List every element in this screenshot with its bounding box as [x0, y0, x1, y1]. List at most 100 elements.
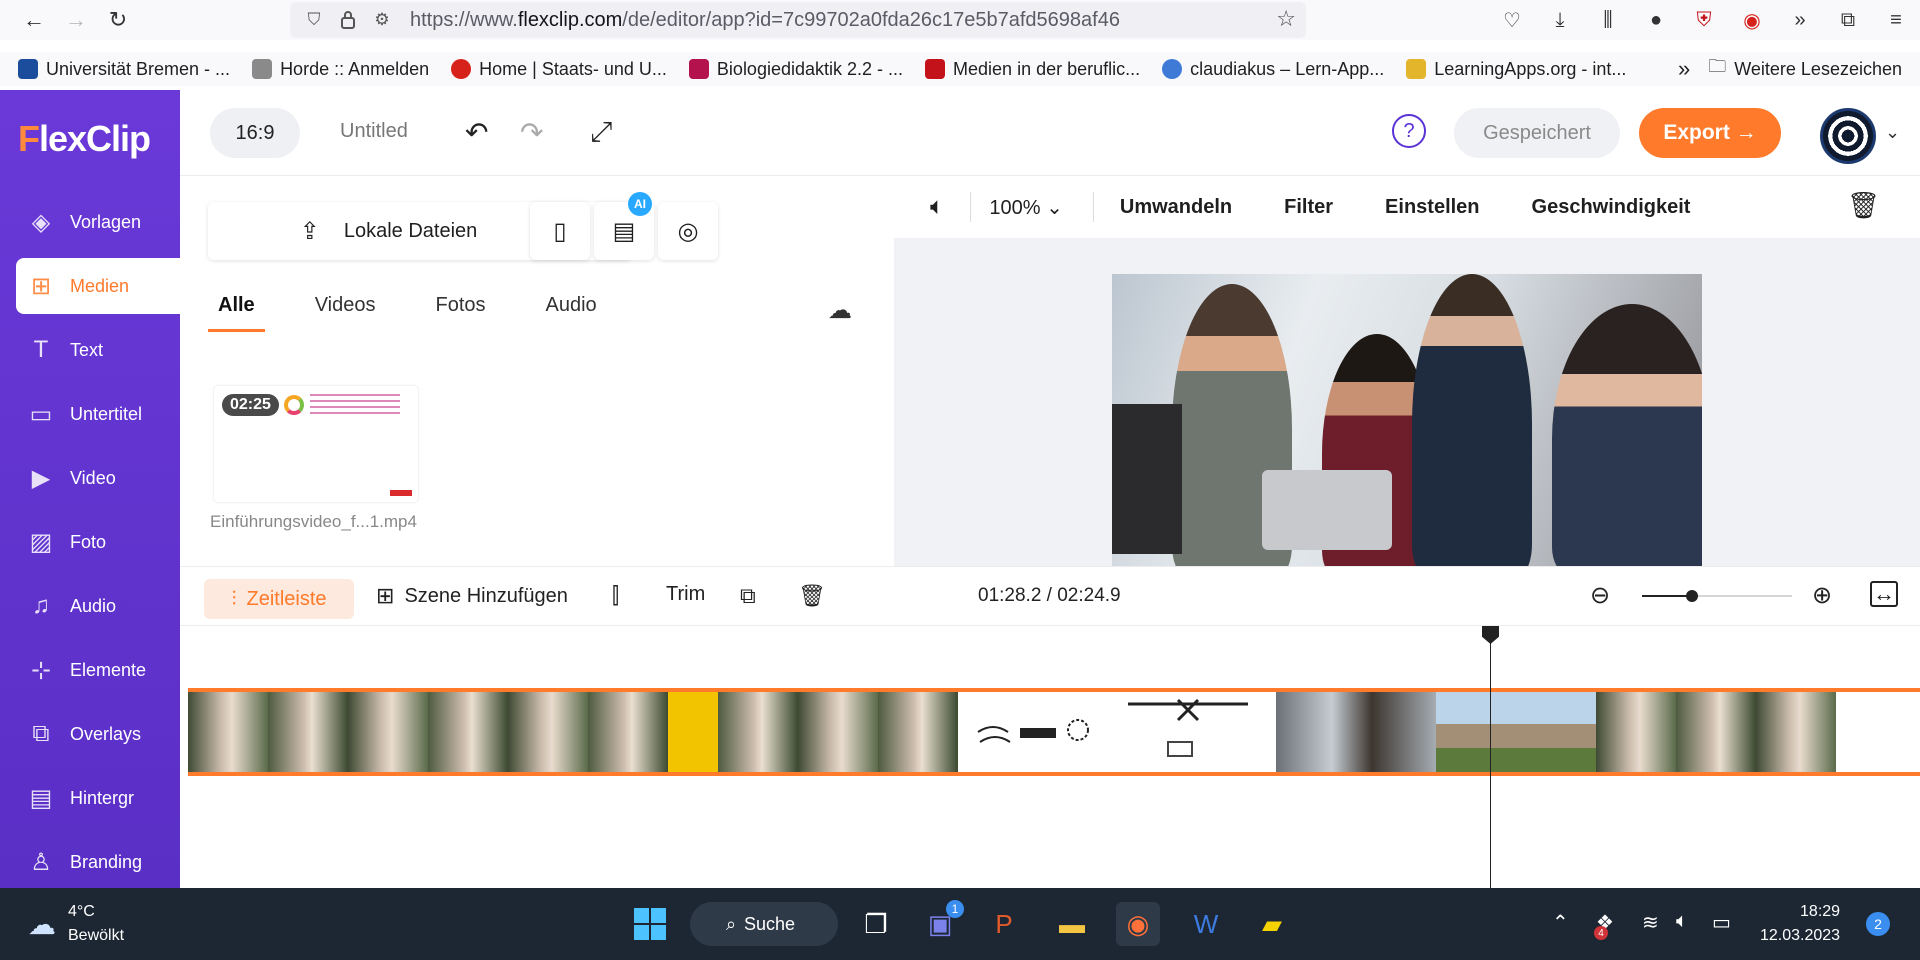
- speaker-icon[interactable]: 🔈︎: [1676, 910, 1688, 933]
- back-arrow-icon[interactable]: ←: [16, 2, 52, 38]
- sidebar-item-video[interactable]: ▶ Video: [16, 450, 180, 506]
- menu-hamburger-icon[interactable]: ≡: [1872, 0, 1920, 40]
- tool-einstellen[interactable]: Einstellen: [1385, 196, 1479, 219]
- playhead-line[interactable]: [1490, 626, 1491, 888]
- tool-geschwindigkeit[interactable]: Geschwindigkeit: [1532, 196, 1691, 219]
- tab-audio[interactable]: Audio: [536, 294, 607, 332]
- upload-button[interactable]: ⇪ Lokale Dateien: [208, 202, 570, 260]
- notification-badge[interactable]: 2: [1866, 912, 1890, 936]
- reload-icon[interactable]: ↻: [100, 2, 136, 38]
- clip-frame: [588, 692, 668, 772]
- other-bookmarks[interactable]: Weitere Lesezeichen: [1734, 59, 1902, 80]
- help-icon[interactable]: ?: [1392, 114, 1426, 148]
- bookmark-item[interactable]: Biologiedidaktik 2.2 - ...: [688, 59, 903, 80]
- extensions-puzzle-icon[interactable]: ⧉: [1824, 0, 1872, 40]
- trash-icon[interactable]: 🗑︎: [1847, 190, 1880, 221]
- video-track[interactable]: [188, 688, 1920, 776]
- add-scene-button[interactable]: ⊞ Szene Hinzufügen: [376, 583, 568, 609]
- aspect-ratio-button[interactable]: 16:9: [210, 108, 300, 158]
- permissions-icon[interactable]: ⚙: [368, 6, 396, 34]
- bookmark-item[interactable]: LearningApps.org - int...: [1406, 59, 1626, 80]
- redo-icon[interactable]: ↷: [520, 116, 543, 149]
- export-button[interactable]: Export →: [1639, 108, 1781, 158]
- url-bar[interactable]: ⛉ ⚙ https://www.flexclip.com/de/editor/a…: [290, 2, 1306, 38]
- sidebar-item-elemente[interactable]: ⊹ Elemente: [16, 642, 180, 698]
- taskbar-search[interactable]: ⌕ Suche: [690, 902, 838, 946]
- account-icon[interactable]: ●: [1632, 0, 1680, 40]
- zoom-in-icon[interactable]: ⊕: [1812, 581, 1832, 610]
- extension-shield-icon[interactable]: ⛨: [1680, 0, 1728, 40]
- duplicate-icon[interactable]: ⧉: [740, 583, 756, 609]
- bookmark-star-icon[interactable]: ☆: [1276, 6, 1296, 32]
- clip-frame: [1276, 692, 1436, 772]
- system-clock[interactable]: 18:29 12.03.2023: [1760, 900, 1840, 948]
- bookmark-item[interactable]: Universität Bremen - ...: [18, 59, 230, 80]
- volume-icon[interactable]: 🔈︎: [930, 193, 944, 221]
- shield-icon[interactable]: ⛉: [300, 6, 328, 34]
- chevron-down-icon[interactable]: ⌄: [1885, 122, 1900, 143]
- sidebar-item-branding[interactable]: ♙ Branding: [16, 834, 180, 890]
- sidebar-item-foto[interactable]: ▨ Foto: [16, 514, 180, 570]
- firefox-icon[interactable]: ◉: [1116, 902, 1160, 946]
- url-text: https://www.flexclip.com/de/editor/app?i…: [410, 8, 1120, 31]
- wifi-icon[interactable]: ≋: [1642, 910, 1659, 935]
- bookmark-item[interactable]: claudiakus – Lern-App...: [1162, 59, 1384, 80]
- forward-arrow-icon[interactable]: →: [58, 2, 94, 38]
- download-icon[interactable]: ⤓: [1536, 0, 1584, 40]
- zoom-dropdown[interactable]: 100% ⌄: [989, 195, 1062, 220]
- pocket-icon[interactable]: ♡: [1488, 0, 1536, 40]
- sidebar-item-audio[interactable]: ♫ Audio: [16, 578, 180, 634]
- tab-alle[interactable]: Alle: [208, 294, 265, 332]
- task-view-icon[interactable]: ❐: [854, 902, 898, 946]
- sidebar-item-medien[interactable]: ⊞ Medien: [16, 258, 180, 314]
- tab-fotos[interactable]: Fotos: [425, 294, 495, 332]
- fullscreen-icon[interactable]: ⤢: [590, 116, 612, 149]
- tray-overflow-chevron-icon[interactable]: ⌃: [1552, 910, 1569, 935]
- sidebar-item-overlays[interactable]: ⧉ Overlays: [16, 706, 180, 762]
- media-thumbnail[interactable]: 02:25: [214, 386, 418, 502]
- project-title[interactable]: Untitled: [340, 120, 408, 143]
- undo-icon[interactable]: ↶: [465, 116, 488, 149]
- playhead-handle[interactable]: [1482, 626, 1499, 644]
- lock-icon[interactable]: [334, 6, 362, 34]
- windows-start-icon[interactable]: [628, 902, 672, 946]
- fit-timeline-icon[interactable]: ↔: [1870, 581, 1898, 607]
- timeline-mode-button[interactable]: ⫶ Zeitleiste: [204, 579, 354, 619]
- zoom-slider-handle[interactable]: [1685, 590, 1698, 602]
- tool-umwandeln[interactable]: Umwandeln: [1120, 196, 1232, 219]
- timeline-zoom-slider[interactable]: [1642, 590, 1792, 602]
- phone-upload-icon[interactable]: ▯: [530, 202, 590, 260]
- overflow-chevrons-icon[interactable]: »: [1776, 0, 1824, 40]
- bookmark-item[interactable]: Horde :: Anmelden: [252, 59, 429, 80]
- bookmark-item[interactable]: Home | Staats- und U...: [451, 59, 667, 80]
- trim-button[interactable]: Trim: [666, 583, 705, 606]
- clip-frame: [1756, 692, 1836, 772]
- battery-icon[interactable]: ▭: [1712, 910, 1731, 935]
- delete-icon[interactable]: 🗑︎: [798, 583, 826, 609]
- sticky-notes-icon[interactable]: ▰: [1250, 902, 1294, 946]
- video-preview[interactable]: [1112, 274, 1702, 566]
- screen-record-icon[interactable]: ◎: [658, 202, 718, 260]
- stamp-icon: ♙: [30, 848, 52, 876]
- file-explorer-icon[interactable]: ▬: [1050, 902, 1094, 946]
- tab-videos[interactable]: Videos: [305, 294, 386, 332]
- sidebar-item-untertitel[interactable]: ▭ Untertitel: [16, 386, 180, 442]
- sidebar-item-hintergrund[interactable]: ▤ Hintergr: [16, 770, 180, 826]
- bookmarks-overflow-icon[interactable]: »: [1678, 56, 1690, 82]
- library-icon[interactable]: ⫼: [1584, 0, 1632, 40]
- tool-filter[interactable]: Filter: [1284, 196, 1333, 219]
- avatar[interactable]: [1820, 108, 1876, 164]
- sidebar-item-text[interactable]: T Text: [16, 322, 180, 378]
- saved-status-button[interactable]: Gespeichert: [1454, 108, 1620, 158]
- weather-widget[interactable]: ☁ 4°C Bewölkt: [28, 900, 124, 948]
- cloud-icon[interactable]: ☁: [828, 296, 852, 325]
- bookmark-item[interactable]: Medien in der beruflic...: [925, 59, 1140, 80]
- word-icon[interactable]: W: [1184, 902, 1228, 946]
- flexclip-logo[interactable]: FlexClip: [18, 118, 151, 160]
- powerpoint-icon[interactable]: P: [982, 902, 1026, 946]
- split-icon[interactable]: ⫿: [612, 583, 619, 609]
- extension-opera-icon[interactable]: ◉: [1728, 0, 1776, 40]
- editor-topbar: 16:9 Untitled ↶ ↷ ⤢ ? Gespeichert Export…: [180, 90, 1920, 176]
- sidebar-item-vorlagen[interactable]: ◈ Vorlagen: [16, 194, 180, 250]
- zoom-out-icon[interactable]: ⊖: [1590, 581, 1610, 610]
